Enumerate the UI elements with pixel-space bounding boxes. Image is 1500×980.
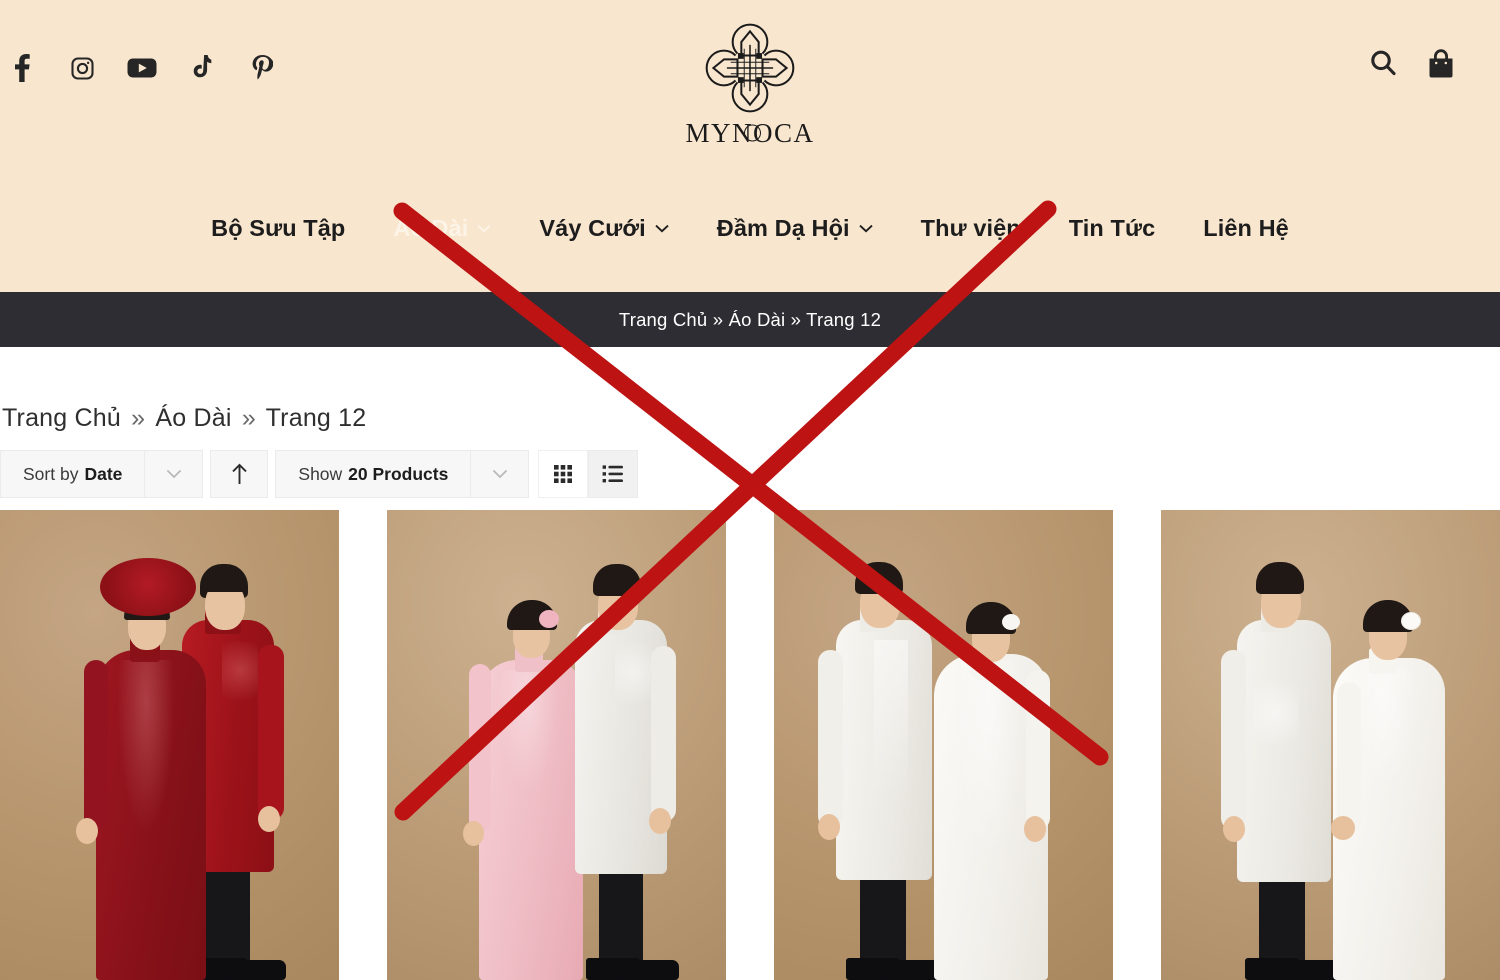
product-card[interactable] [1161, 510, 1500, 980]
nav-label: Bộ Sưu Tập [211, 215, 346, 241]
grid-view-icon [554, 465, 573, 483]
brand-wordmark: MYNOCA [685, 118, 814, 149]
sort-direction-button[interactable] [210, 450, 269, 498]
tiktok-icon[interactable] [182, 48, 222, 88]
site-header: MYNOCA Bộ Sưu Tập Áo Dài Váy Cưới Đầm Dạ… [0, 0, 1500, 292]
social-links [0, 48, 282, 88]
show-count-value: 20 Products [348, 463, 449, 484]
breadcrumb-item-page: Trang 12 [265, 404, 367, 432]
search-icon[interactable] [1366, 46, 1400, 80]
chevron-down-icon [477, 224, 492, 233]
nav-item-vay-cuoi[interactable]: Váy Cưới [515, 209, 692, 248]
chevron-down-icon [655, 224, 669, 233]
nav-label: Áo Dài [393, 215, 469, 241]
breadcrumb: Trang Chủ » Áo Dài » Trang 12 [0, 347, 1500, 433]
list-view-button[interactable] [588, 450, 639, 498]
brand-logo[interactable]: MYNOCA [635, 16, 865, 149]
show-count-select[interactable]: Show 20 Products [275, 450, 472, 498]
youtube-icon[interactable] [122, 48, 162, 88]
product-image [0, 510, 339, 980]
arrow-up-icon [232, 463, 247, 484]
view-mode-switch [538, 450, 639, 498]
primary-nav: Bộ Sưu Tập Áo Dài Váy Cưới Đầm Dạ Hội Th… [0, 209, 1500, 248]
nav-item-lien-he[interactable]: Liên Hệ [1179, 209, 1313, 248]
chevron-down-icon [859, 224, 873, 233]
quatrefoil-ornament-icon [705, 23, 795, 113]
show-prefix-label: Show [298, 463, 343, 484]
nav-label: Liên Hệ [1203, 215, 1289, 241]
list-view-icon [602, 465, 624, 483]
sort-value: Date [84, 463, 123, 484]
product-image [387, 510, 726, 980]
nav-label: Tin Tức [1068, 215, 1156, 241]
facebook-icon[interactable] [2, 48, 42, 88]
product-image [1161, 510, 1500, 980]
instagram-icon[interactable] [62, 48, 102, 88]
header-actions [1366, 46, 1458, 80]
sort-prefix-label: Sort by [23, 463, 79, 484]
chevron-down-icon [492, 469, 508, 479]
pinterest-icon[interactable] [242, 48, 282, 88]
sort-select[interactable]: Sort by Date [0, 450, 146, 498]
breadcrumb-separator: » [131, 404, 146, 432]
product-image [774, 510, 1113, 980]
nav-item-dam-da-hoi[interactable]: Đầm Dạ Hội [693, 209, 897, 248]
nav-label: Thư viện [920, 215, 1021, 241]
nav-label: Đầm Dạ Hội [716, 215, 850, 241]
breadcrumb-separator: » [241, 404, 256, 432]
product-card[interactable] [387, 510, 726, 980]
catalog-toolbar: Sort by Date Show 20 Products [0, 450, 1500, 498]
main-content: Trang Chủ » Áo Dài » Trang 12 Sort by Da… [0, 347, 1500, 980]
nav-item-tin-tuc[interactable]: Tin Tức [1045, 209, 1179, 248]
breadcrumb-bar: Trang Chủ » Áo Dài » Trang 12 [0, 292, 1500, 347]
product-grid [0, 510, 1500, 980]
show-count-dropdown-toggle[interactable] [471, 450, 530, 498]
cart-bag-icon[interactable] [1424, 46, 1458, 80]
chevron-down-icon [166, 469, 182, 479]
brand-name: MYNOCA [685, 118, 815, 148]
breadcrumb-item-category[interactable]: Áo Dài [155, 404, 231, 432]
sort-control[interactable]: Sort by Date [0, 450, 204, 498]
nav-item-ao-dai[interactable]: Áo Dài [369, 209, 515, 248]
product-card[interactable] [0, 510, 339, 980]
breadcrumb-bar-text: Trang Chủ » Áo Dài » Trang 12 [618, 308, 882, 330]
nav-item-thu-vien[interactable]: Thư viện [897, 209, 1045, 248]
nav-label: Váy Cưới [539, 215, 646, 241]
breadcrumb-item-home[interactable]: Trang Chủ [2, 404, 121, 432]
sort-dropdown-toggle[interactable] [145, 450, 204, 498]
show-count-control[interactable]: Show 20 Products [275, 450, 530, 498]
nav-item-bo-suu-tap[interactable]: Bộ Sưu Tập [187, 209, 369, 248]
grid-view-button[interactable] [538, 450, 589, 498]
product-card[interactable] [774, 510, 1113, 980]
